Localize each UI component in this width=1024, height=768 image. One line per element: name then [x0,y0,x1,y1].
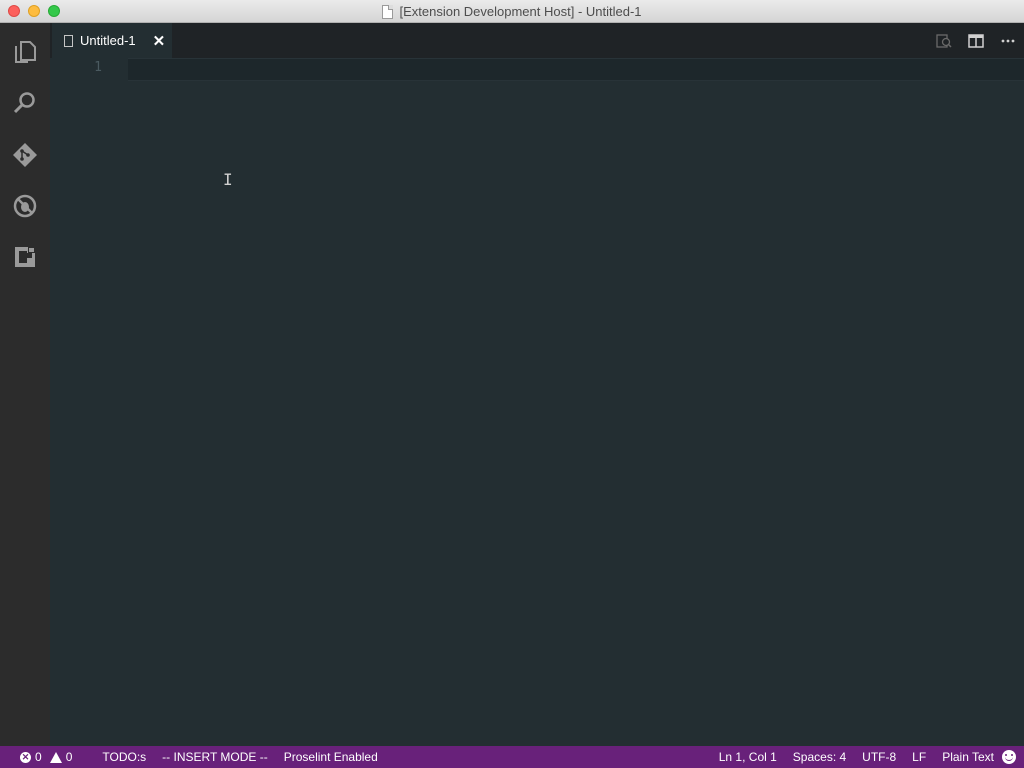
proselint-indicator[interactable]: Proselint Enabled [276,750,386,764]
tab-label: Untitled-1 [80,33,136,48]
source-control-button[interactable] [0,130,50,180]
search-button[interactable] [0,78,50,128]
editor-tabs-bar: Untitled-1 ✕ [50,23,1024,58]
eol-indicator[interactable]: LF [904,750,934,764]
close-tab-icon[interactable]: ✕ [153,32,166,50]
encoding-indicator[interactable]: UTF-8 [854,750,904,764]
feedback-smiley-icon[interactable] [1002,750,1016,764]
split-editor-button[interactable] [960,23,992,58]
warning-icon [49,751,62,763]
line-number: 1 [94,60,102,75]
todo-indicator[interactable]: TODO:s [80,750,154,764]
extensions-icon [15,247,35,267]
cursor-position[interactable]: Ln 1, Col 1 [711,750,785,764]
file-icon [64,34,73,47]
editor-actions [928,23,1024,58]
editor-area[interactable]: 1 I [50,58,1024,746]
window-title-area: [Extension Development Host] - Untitled-… [0,0,1024,23]
title-bar: [Extension Development Host] - Untitled-… [0,0,1024,23]
activity-bar [0,23,50,746]
split-editor-icon [968,33,984,48]
open-changes-icon [936,33,952,48]
error-count: 0 [35,750,42,764]
indentation-indicator[interactable]: Spaces: 4 [785,750,854,764]
language-mode[interactable]: Plain Text [934,750,1002,764]
debug-icon [13,194,37,218]
vim-mode-indicator: -- INSERT MODE -- [162,750,268,764]
source-control-icon [13,143,37,167]
text-cursor-icon: I [223,170,233,189]
files-icon [15,41,36,63]
more-actions-button[interactable] [992,23,1024,58]
open-changes-button[interactable] [928,23,960,58]
problems-indicator[interactable]: ✕ 0 0 [0,750,80,764]
current-line-highlight[interactable] [128,58,1024,81]
debug-button[interactable] [0,181,50,231]
search-icon [13,92,35,114]
extensions-button[interactable] [0,232,50,282]
warning-count: 0 [65,750,73,764]
tab-untitled-1[interactable]: Untitled-1 ✕ [52,23,172,58]
status-bar: ✕ 0 0 TODO:s -- INSERT MODE -- Proselint… [0,746,1024,768]
more-icon [1001,39,1015,42]
error-icon: ✕ [20,751,31,763]
document-icon [382,4,394,19]
explorer-button[interactable] [0,27,50,77]
window-title: [Extension Development Host] - Untitled-… [399,4,642,19]
